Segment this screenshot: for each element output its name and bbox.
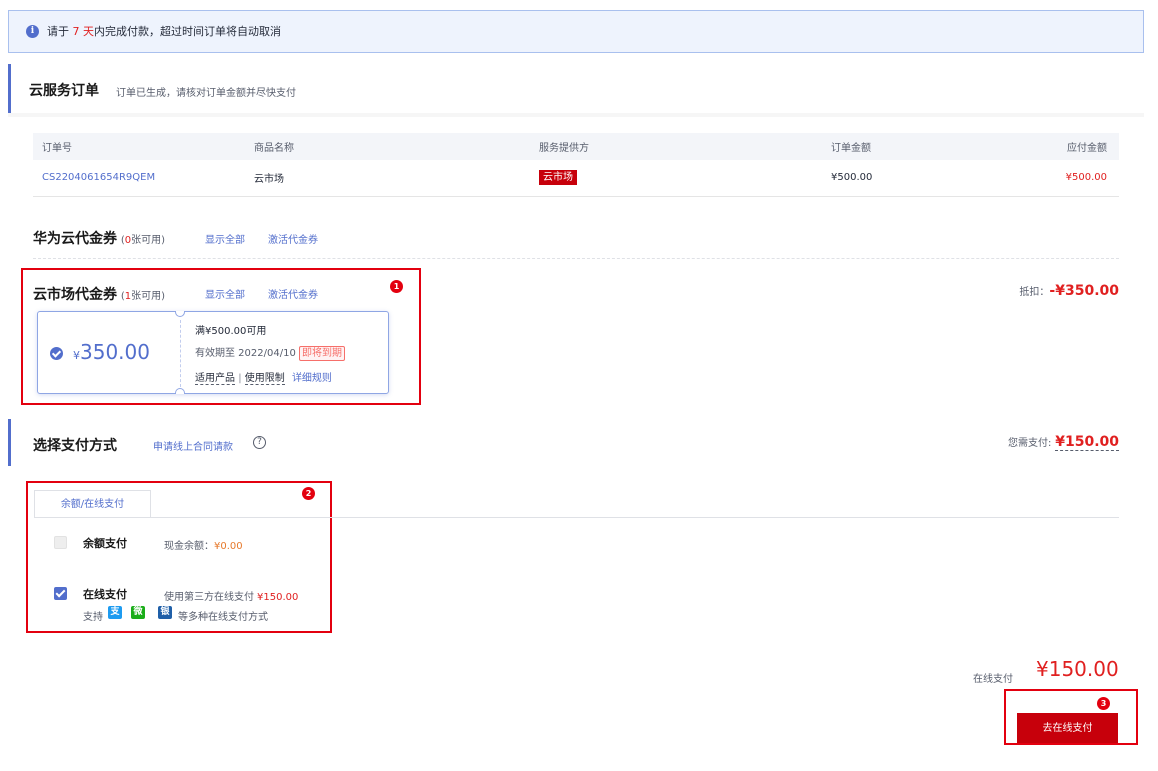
column-header: 商品名称 (245, 133, 530, 160)
online-desc-value: ¥150.00 (257, 592, 299, 603)
alipay-icon: 支 (108, 606, 122, 619)
provider-cell: 云市场 (530, 160, 822, 197)
online-desc: 使用第三方在线支付 ¥150.00 (164, 588, 298, 603)
provider-tag: 云市场 (539, 170, 577, 186)
total-value: ¥150.00 (1036, 657, 1119, 681)
order-table: 订单号 商品名称 服务提供方 订单金额 应付金额 CS2204061654R9Q… (33, 133, 1119, 197)
column-header: 服务提供方 (530, 133, 822, 160)
balance-checkbox[interactable] (54, 536, 67, 549)
pay-online-button[interactable]: 去在线支付 (1017, 713, 1118, 743)
huawei-coupon-count: (0张可用) (120, 235, 166, 246)
payable-amount: ¥500.00 (912, 160, 1119, 197)
huawei-activate-link[interactable]: 激活代金券 (268, 231, 318, 246)
help-icon[interactable]: ? (253, 436, 266, 449)
huawei-coupon-title: 华为云代金券 (33, 231, 117, 247)
deduction: 抵扣：-¥350.00 (1019, 283, 1119, 299)
column-header: 订单金额 (822, 133, 912, 160)
tab-balance-online[interactable]: 余额/在线支付 (34, 490, 151, 518)
amount-due-label: 您需支付: (1008, 438, 1052, 449)
huawei-coupon-row: 华为云代金券 (0张可用) (33, 228, 165, 248)
support-label: 支持 (83, 612, 103, 623)
table-header-row: 订单号 商品名称 服务提供方 订单金额 应付金额 (33, 133, 1119, 160)
online-desc-label: 使用第三方在线支付 (164, 592, 254, 603)
support-suffix: 等多种在线支付方式 (178, 612, 268, 623)
online-checkbox[interactable] (54, 587, 67, 600)
huawei-show-all-link[interactable]: 显示全部 (205, 231, 245, 246)
notice-bar: i 请于 7 天内完成付款，超过时间订单将自动取消 (8, 10, 1144, 53)
info-icon: i (26, 25, 39, 38)
column-header: 应付金额 (912, 133, 1119, 160)
amount-due-value: ¥150.00 (1055, 434, 1119, 451)
notice-text: 请于 7 天内完成付款，超过时间订单将自动取消 (47, 24, 281, 40)
balance-desc-value: ¥0.00 (214, 541, 243, 552)
balance-payment-label: 余额支付 (83, 537, 127, 550)
column-header: 订单号 (33, 133, 245, 160)
section-accent (8, 419, 11, 466)
highlight-box-1 (21, 268, 421, 405)
amount-due: 您需支付: ¥150.00 (1008, 434, 1119, 451)
balance-desc-label: 现金余额： (164, 541, 214, 552)
step-badge-2: 2 (302, 487, 315, 500)
online-payment-label: 在线支付 (83, 588, 127, 601)
payment-section-title: 选择支付方式 (33, 438, 117, 454)
wechat-pay-icon: 微 (131, 606, 145, 619)
divider (33, 258, 1119, 259)
step-badge-3: 3 (1097, 697, 1110, 710)
order-section-header: 云服务订单 订单已生成，请核对订单金额并尽快支付 (8, 64, 1144, 113)
order-section-title: 云服务订单 (29, 83, 99, 99)
order-id-link[interactable]: CS2204061654R9QEM (33, 160, 245, 197)
order-amount: ¥500.00 (822, 160, 912, 197)
tab-underline (34, 517, 1119, 518)
total-label: 在线支付 (973, 674, 1013, 685)
notice-suffix: 内完成付款，超过时间订单将自动取消 (94, 25, 281, 38)
section-accent (8, 64, 11, 113)
contract-request-link[interactable]: 申请线上合同请款 (153, 438, 233, 453)
step-badge-1: 1 (390, 280, 403, 293)
notice-days: 7 天 (72, 25, 95, 38)
notice-prefix: 请于 (47, 25, 69, 38)
deduction-label: 抵扣： (1019, 287, 1050, 298)
order-section-subtitle: 订单已生成，请核对订单金额并尽快支付 (116, 88, 296, 99)
balance-desc: 现金余额：¥0.00 (164, 537, 243, 552)
deduction-value: -¥350.00 (1049, 283, 1119, 299)
table-row: CS2204061654R9QEM 云市场 云市场 ¥500.00 ¥500.0… (33, 160, 1119, 197)
unionpay-icon: 银 (158, 606, 172, 619)
product-name: 云市场 (245, 160, 530, 197)
